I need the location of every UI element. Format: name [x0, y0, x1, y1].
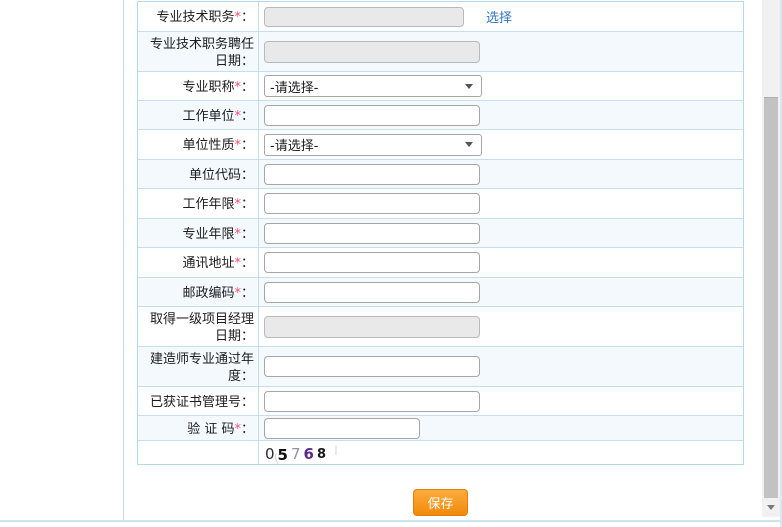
row-tech-position: 专业技术职务*： 选择 [138, 2, 743, 32]
unit-code-input[interactable] [264, 163, 480, 185]
captcha-digit: 0 [265, 444, 278, 463]
field-label: 通讯地址*： [182, 256, 254, 271]
mailing-address-input[interactable] [264, 252, 480, 273]
row-mailing-address: 通讯地址*： [138, 248, 743, 278]
scroll-down-arrow-icon [767, 504, 775, 510]
field-label: 专业技术职务聘任日期： [149, 37, 254, 69]
captcha-input[interactable] [264, 417, 420, 439]
field-label: 工作年限*： [182, 197, 254, 212]
field-label: 验 证 码*： [187, 421, 254, 437]
field-label: 专业年限*： [182, 226, 254, 242]
captcha-image: 05768 [265, 443, 340, 464]
select-value: -请选择- [270, 80, 319, 96]
registration-form-page: 专业技术职务*： 选择 专业技术职务聘任日期： 专业职称*： -请选择- 工作单… [0, 0, 782, 527]
captcha-digit: 5 [277, 445, 291, 464]
row-captcha-input: 验 证 码*： [138, 416, 743, 441]
captcha-digit: 6 [303, 444, 317, 463]
row-captcha-image: 05768 [138, 441, 743, 464]
work-years-input[interactable] [264, 193, 480, 214]
captcha-digit: 8 [316, 446, 330, 462]
save-button-area: 保存 [137, 489, 744, 516]
cert-number-input[interactable] [264, 390, 480, 412]
row-unit-type: 单位性质*： -请选择- [138, 130, 743, 160]
pm-cert-date-input-disabled [264, 315, 480, 338]
field-label: 单位代码： [188, 167, 254, 183]
unit-type-select[interactable]: -请选择- [264, 133, 482, 156]
field-label: 取得一级项目经理日期： [149, 312, 254, 344]
field-label: 单位性质*： [182, 138, 254, 153]
bottom-divider [0, 520, 782, 522]
work-unit-input[interactable] [264, 104, 480, 126]
row-work-unit: 工作单位*： [138, 101, 743, 130]
row-pm-cert-date: 取得一级项目经理日期： [138, 307, 743, 347]
profile-form-table: 专业技术职务*： 选择 专业技术职务聘任日期： 专业职称*： -请选择- 工作单… [137, 1, 744, 465]
content-left-border [123, 0, 124, 520]
captcha-digit: 7 [290, 444, 304, 463]
row-professional-title: 专业职称*： -请选择- [138, 72, 743, 101]
exam-pass-year-input[interactable] [264, 356, 480, 377]
choose-link[interactable]: 选择 [486, 7, 512, 26]
professional-title-select[interactable]: -请选择- [264, 75, 482, 97]
hire-date-input-disabled [264, 40, 480, 63]
row-profession-years: 专业年限*： [138, 219, 743, 248]
save-button[interactable]: 保存 [413, 489, 468, 516]
row-work-years: 工作年限*： [138, 189, 743, 219]
dropdown-arrow-icon [465, 83, 473, 89]
field-label: 建造师专业通过年度： [149, 352, 254, 384]
select-value: -请选择- [270, 139, 319, 154]
field-label: 已获证书管理号： [149, 394, 254, 410]
field-label: 专业职称*： [182, 79, 254, 95]
row-cert-number: 已获证书管理号： [138, 387, 743, 416]
postal-code-input[interactable] [264, 281, 480, 303]
row-exam-pass-year: 建造师专业通过年度： [138, 347, 743, 387]
field-label: 工作单位*： [182, 108, 254, 124]
dropdown-arrow-icon [465, 142, 473, 147]
scrollbar-thumb[interactable] [764, 97, 778, 498]
scroll-down-button[interactable] [762, 497, 780, 517]
tech-position-input-disabled [264, 6, 464, 27]
profession-years-input[interactable] [264, 222, 480, 244]
vertical-scrollbar[interactable] [762, 0, 780, 517]
row-tech-position-hire-date: 专业技术职务聘任日期： [138, 32, 743, 72]
row-postal-code: 邮政编码*： [138, 278, 743, 307]
field-label: 邮政编码*： [182, 285, 254, 301]
field-label: 专业技术职务*： [156, 10, 254, 25]
row-unit-code: 单位代码： [138, 160, 743, 189]
